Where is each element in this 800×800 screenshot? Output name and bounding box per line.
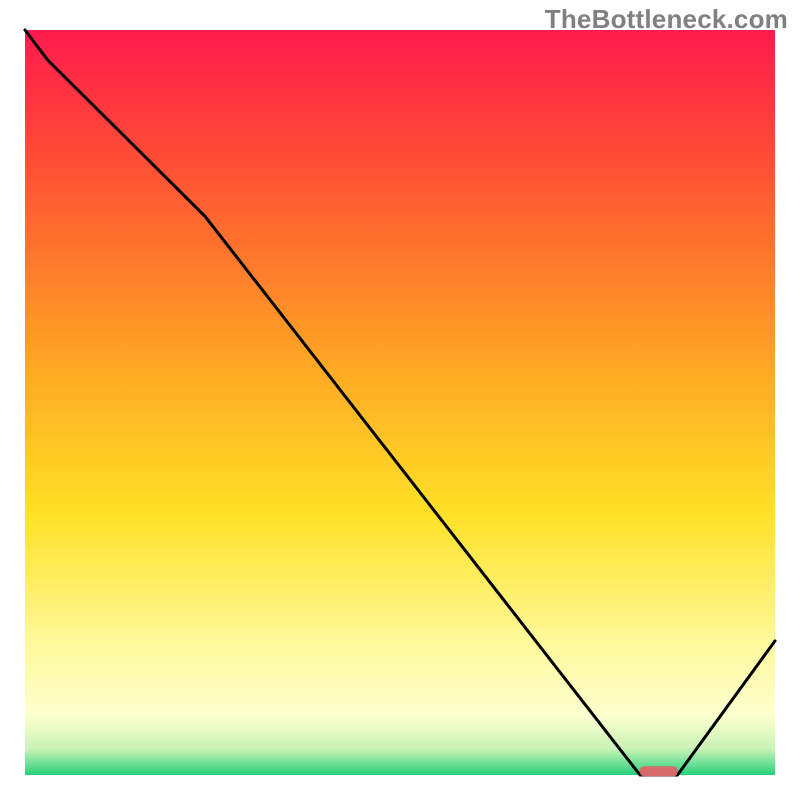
optimum-marker [640,766,678,776]
plot-background [25,30,775,775]
chart-stage: TheBottleneck.com [0,0,800,800]
bottleneck-chart [0,0,800,800]
